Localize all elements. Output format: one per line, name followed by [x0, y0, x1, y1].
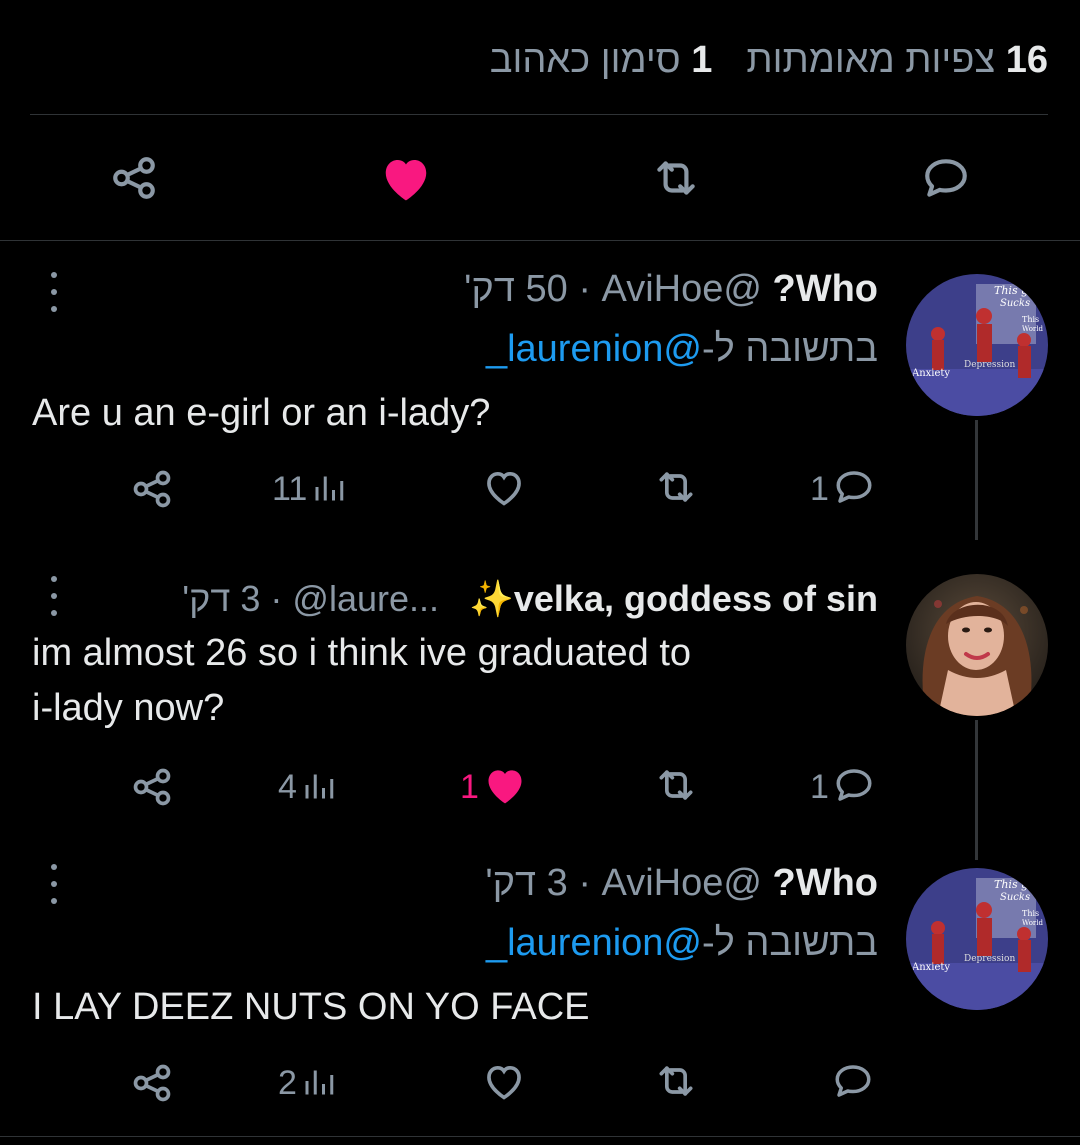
avatar-caption: This guy	[994, 284, 1042, 297]
avatar-caption: Sucks	[1000, 298, 1030, 309]
stats-divider	[30, 114, 1048, 115]
reply-button[interactable]: 1	[810, 762, 875, 812]
more-options-icon[interactable]	[42, 864, 66, 904]
main-divider	[0, 240, 1080, 241]
tweet-header: Who? @AviHoe · 3 דק'	[485, 862, 878, 905]
reply-icon	[833, 466, 875, 513]
verified-views-stat[interactable]: 16 צפיות מאומתות	[746, 39, 1048, 82]
heart-filled-icon[interactable]	[376, 148, 436, 208]
avatar-caption: Anxiety	[911, 368, 950, 379]
reply-prefix: בתשובה ל-	[702, 328, 878, 370]
thread-line	[975, 720, 978, 860]
bottom-divider	[0, 1136, 1080, 1137]
share-icon[interactable]	[130, 464, 174, 514]
share-icon[interactable]	[130, 1058, 174, 1108]
avatar-caption: World	[1022, 325, 1044, 333]
tweet-text: I LAY DEEZ NUTS ON YO FACE	[32, 986, 590, 1028]
user-handle[interactable]: @AviHoe	[602, 862, 762, 905]
avatar-caption: Depression	[964, 360, 1015, 370]
views-label: צפיות מאומתות	[746, 38, 996, 81]
user-handle[interactable]: @AviHoe	[602, 268, 762, 311]
thread-line	[975, 420, 978, 540]
mention-link[interactable]: @laurenion_	[486, 328, 702, 370]
replying-to: בתשובה ל-@laurenion_	[486, 328, 878, 371]
more-options-icon[interactable]	[42, 272, 66, 312]
views-button[interactable]: 4	[278, 762, 337, 812]
separator: ·	[270, 578, 283, 619]
retweet-icon	[652, 465, 700, 514]
views-count: 2	[278, 1063, 297, 1102]
likes-stat[interactable]: 1 סימון כאהוב	[490, 39, 713, 82]
avatar[interactable]: This guy Sucks This World Depression Anx…	[906, 274, 1048, 416]
tweet-header: Who? @AviHoe · 50 דק'	[464, 268, 878, 311]
reply-icon[interactable]	[916, 148, 976, 208]
likes-label: סימון כאהוב	[489, 38, 681, 81]
share-icon[interactable]	[130, 762, 174, 812]
heart-filled-icon	[483, 764, 527, 811]
tweet-stats: 16 צפיות מאומתות 1 סימון כאהוב	[490, 30, 1048, 90]
views-button[interactable]: 11	[272, 464, 347, 514]
replying-to: בתשובה ל-@laurenion_	[486, 922, 878, 965]
separator: ·	[578, 862, 591, 904]
avatar-caption: This	[1022, 315, 1039, 324]
likes-count: 1	[691, 38, 713, 81]
reply-count: 1	[810, 469, 829, 508]
like-button[interactable]	[482, 464, 526, 514]
views-count: 4	[278, 767, 297, 806]
like-count: 1	[460, 767, 479, 806]
display-name[interactable]: velka, goddess of sin✨	[469, 578, 878, 620]
heart-outline-icon	[482, 1060, 526, 1107]
views-count: 16	[1005, 38, 1048, 81]
reply-button[interactable]	[832, 1058, 874, 1108]
reply-count: 1	[810, 767, 829, 806]
reply-button[interactable]: 1	[810, 464, 875, 514]
timestamp[interactable]: 3 דק'	[485, 862, 567, 905]
retweet-icon	[652, 763, 700, 812]
retweet-button[interactable]	[652, 1058, 700, 1108]
user-handle[interactable]: @laure...	[292, 578, 439, 620]
analytics-icon	[301, 767, 337, 808]
tweet-text: Are u an e-girl or an i-lady?	[32, 392, 491, 434]
reply-prefix: בתשובה ל-	[702, 922, 878, 964]
avatar-caption: Sucks	[1000, 892, 1030, 903]
timestamp[interactable]: 3 דק'	[182, 578, 260, 620]
retweet-icon[interactable]	[646, 148, 706, 208]
mention-link[interactable]: @laurenion_	[486, 922, 702, 964]
display-name[interactable]: Who?	[772, 268, 878, 311]
tweet-text-line: i-lady now?	[32, 687, 225, 729]
avatar[interactable]: This guy Sucks This World Depression Anx…	[906, 868, 1048, 1010]
like-button[interactable]	[482, 1058, 526, 1108]
display-name[interactable]: Who?	[772, 862, 878, 905]
tweet-text-line: im almost 26 so i think ive graduated to	[32, 632, 692, 674]
avatar-caption: World	[1022, 919, 1044, 927]
retweet-button[interactable]	[652, 464, 700, 514]
more-options-icon[interactable]	[42, 576, 66, 616]
avatar-caption: Depression	[964, 954, 1015, 964]
views-count: 11	[272, 469, 308, 508]
tweet-text: im almost 26 so i think ive graduated to…	[32, 626, 691, 736]
share-icon[interactable]	[104, 148, 164, 208]
avatar-caption: This	[1022, 909, 1039, 918]
separator: ·	[578, 268, 591, 310]
analytics-icon	[311, 469, 347, 510]
retweet-icon	[652, 1059, 700, 1108]
retweet-button[interactable]	[652, 762, 700, 812]
avatar-caption: Anxiety	[911, 962, 950, 973]
avatar-caption: This guy	[994, 878, 1042, 891]
like-button[interactable]: 1	[460, 762, 527, 812]
views-button[interactable]: 2	[278, 1058, 337, 1108]
tweet-header: velka, goddess of sin✨ @laure... · 3 דק'	[182, 578, 878, 620]
avatar[interactable]	[906, 574, 1048, 716]
reply-icon	[832, 1060, 874, 1107]
timestamp[interactable]: 50 דק'	[464, 268, 568, 311]
analytics-icon	[301, 1063, 337, 1104]
reply-icon	[833, 764, 875, 811]
heart-outline-icon	[482, 466, 526, 513]
